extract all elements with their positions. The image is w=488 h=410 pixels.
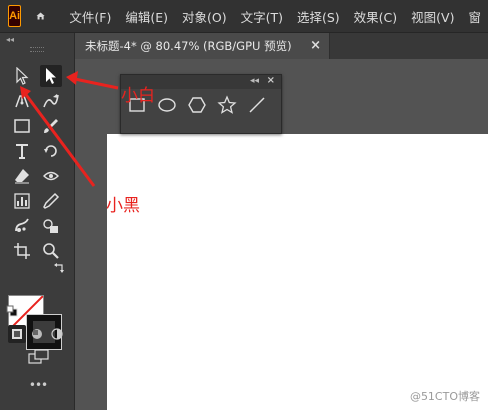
none-icon	[51, 328, 63, 340]
annotation-white-arrow-label: 小白	[121, 86, 155, 106]
zoom-icon	[43, 243, 59, 259]
paintbrush-tool[interactable]	[40, 115, 62, 137]
screen-mode-button[interactable]	[27, 347, 51, 367]
artboard-icon	[14, 243, 30, 259]
direct-selection-tool[interactable]	[11, 65, 33, 87]
symbol-sprayer-icon	[15, 218, 29, 232]
star-shape-tool[interactable]	[217, 95, 237, 115]
star-icon	[217, 95, 237, 114]
annotation-black-arrow-label: 小黑	[106, 196, 140, 216]
more-tools-icon[interactable]: •••	[28, 378, 48, 392]
ellipse-shape-tool[interactable]	[157, 95, 177, 115]
tools-panel: ◂◂ •••	[0, 33, 75, 410]
artboard[interactable]	[107, 134, 488, 410]
menu-file[interactable]: 文件(F)	[62, 7, 118, 26]
rectangle-icon	[14, 119, 30, 133]
default-colors-icon[interactable]	[6, 305, 18, 317]
menu-select[interactable]: 选择(S)	[290, 7, 347, 26]
rectangle-tool[interactable]	[11, 115, 33, 137]
menu-items: 文件(F) 编辑(E) 对象(O) 文字(T) 选择(S) 效果(C) 视图(V…	[62, 7, 488, 26]
document-tab[interactable]: 未标题-4* @ 80.47% (RGB/GPU 预览) ×	[75, 33, 330, 59]
pen-tool[interactable]	[11, 90, 33, 112]
selection-icon	[46, 68, 56, 84]
screen-mode-icon	[28, 349, 49, 364]
artboard-tool[interactable]	[11, 240, 33, 262]
warp-icon	[43, 171, 59, 181]
symbol-sprayer-tool[interactable]	[11, 215, 33, 237]
tools-panel-header: ◂◂	[0, 33, 74, 45]
panel-grip-icon[interactable]	[30, 47, 44, 52]
menu-window[interactable]: 窗	[461, 7, 488, 26]
type-icon	[16, 144, 28, 159]
menu-bar: Ai 文件(F) 编辑(E) 对象(O) 文字(T) 选择(S) 效果(C) 视…	[0, 0, 488, 33]
menu-edit[interactable]: 编辑(E)	[118, 7, 175, 26]
selection-tool[interactable]	[40, 65, 62, 87]
pen-icon	[15, 95, 29, 108]
gradient-mode-button[interactable]	[28, 325, 46, 343]
chart-tool[interactable]	[11, 190, 33, 212]
color-mode-button[interactable]	[8, 325, 26, 343]
menu-object[interactable]: 对象(O)	[175, 7, 234, 26]
close-tab-icon[interactable]: ×	[310, 38, 321, 53]
menu-view[interactable]: 视图(V)	[404, 7, 461, 26]
eraser-tool[interactable]	[11, 165, 33, 187]
gradient-icon	[32, 329, 42, 339]
eraser-icon	[15, 169, 29, 184]
curvature-icon	[43, 94, 59, 108]
collapse-icon[interactable]: ◂◂	[6, 35, 14, 44]
direct-selection-icon	[16, 67, 29, 85]
polygon-icon	[188, 97, 206, 113]
home-icon[interactable]	[35, 6, 46, 26]
ellipse-icon	[158, 98, 176, 112]
shape-builder-tool[interactable]	[40, 215, 62, 237]
close-panel-icon[interactable]: ×	[267, 75, 275, 86]
eyedropper-icon	[43, 192, 60, 209]
line-icon	[249, 97, 265, 113]
color-icon	[12, 329, 22, 339]
document-tab-bar: 未标题-4* @ 80.47% (RGB/GPU 预览) ×	[75, 33, 488, 59]
curvature-tool[interactable]	[40, 90, 62, 112]
chart-icon	[14, 193, 30, 209]
shape-builder-icon	[43, 219, 58, 233]
polygon-shape-tool[interactable]	[187, 95, 207, 115]
none-mode-button[interactable]	[48, 325, 66, 343]
warp-tool[interactable]	[40, 165, 62, 187]
menu-effect[interactable]: 效果(C)	[347, 7, 404, 26]
collapse-icon[interactable]: ◂◂	[250, 76, 259, 86]
paintbrush-icon	[44, 119, 58, 133]
swap-colors-icon[interactable]	[53, 262, 65, 274]
rotate-icon	[44, 145, 57, 157]
watermark: @51CTO博客	[409, 390, 480, 403]
menu-type[interactable]: 文字(T)	[234, 7, 290, 26]
document-tab-title: 未标题-4* @ 80.47% (RGB/GPU 预览)	[85, 39, 292, 53]
app-logo[interactable]: Ai	[8, 5, 22, 27]
type-tool[interactable]	[11, 140, 33, 162]
line-segment-tool[interactable]	[247, 95, 267, 115]
zoom-tool[interactable]	[40, 240, 62, 262]
eyedropper-tool[interactable]	[40, 190, 62, 212]
rotate-tool[interactable]	[40, 140, 62, 162]
